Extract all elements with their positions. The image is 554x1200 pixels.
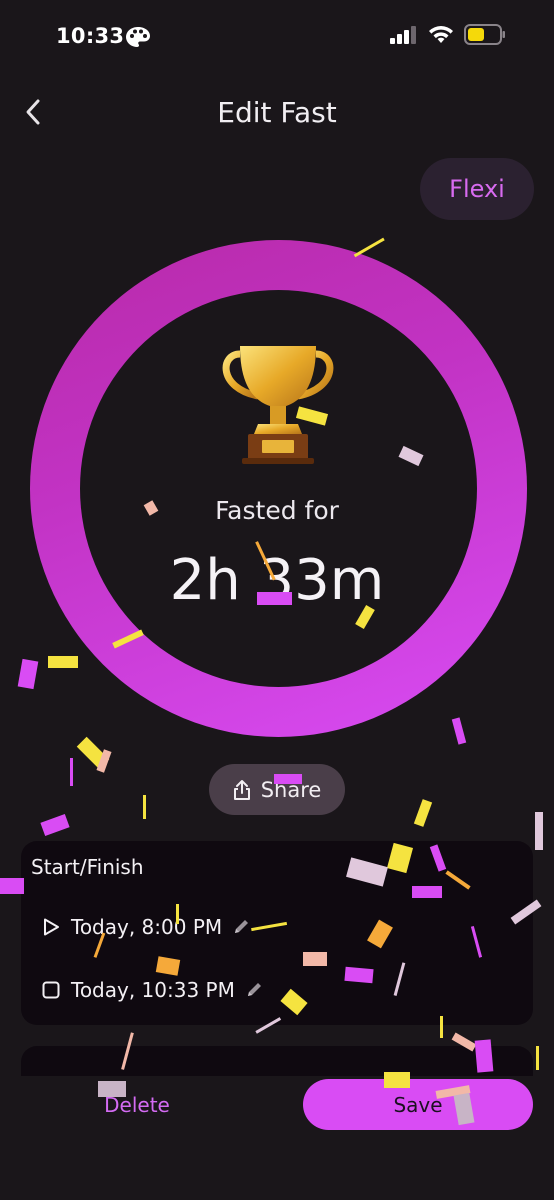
share-button[interactable]: Share: [209, 764, 345, 815]
stop-icon: [42, 981, 60, 999]
start-time-value: Today, 8:00 PM: [71, 915, 223, 939]
save-button[interactable]: Save: [303, 1079, 533, 1130]
pencil-icon[interactable]: [232, 918, 250, 936]
start-finish-card: Start/Finish Today, 8:00 PM Today, 10:33…: [21, 841, 533, 1025]
share-icon: [233, 779, 250, 800]
wifi-icon: [429, 26, 453, 43]
fasting-mode-pill[interactable]: Flexi: [420, 158, 534, 220]
fasted-duration: 2h 33m: [169, 548, 385, 613]
start-time-row[interactable]: Today, 8:00 PM: [41, 915, 250, 939]
fasted-label: Fasted for: [215, 496, 339, 525]
status-time: 10:33: [56, 24, 125, 48]
trophy-icon: [222, 346, 334, 464]
page-title: Edit Fast: [217, 96, 337, 129]
pencil-icon[interactable]: [245, 981, 263, 999]
palette-icon: [126, 27, 150, 47]
start-finish-title: Start/Finish: [31, 855, 144, 879]
next-card: [21, 1046, 533, 1076]
finish-time-value: Today, 10:33 PM: [71, 978, 235, 1002]
header: Edit Fast: [0, 80, 554, 144]
share-label: Share: [260, 777, 322, 802]
status-bar: 10:33: [0, 0, 554, 76]
delete-button[interactable]: Delete: [82, 1088, 192, 1122]
play-icon: [44, 918, 59, 936]
finish-time-row[interactable]: Today, 10:33 PM: [41, 978, 263, 1002]
battery-icon: [464, 24, 505, 45]
progress-ring: [30, 240, 527, 737]
signal-icon: [390, 25, 416, 44]
